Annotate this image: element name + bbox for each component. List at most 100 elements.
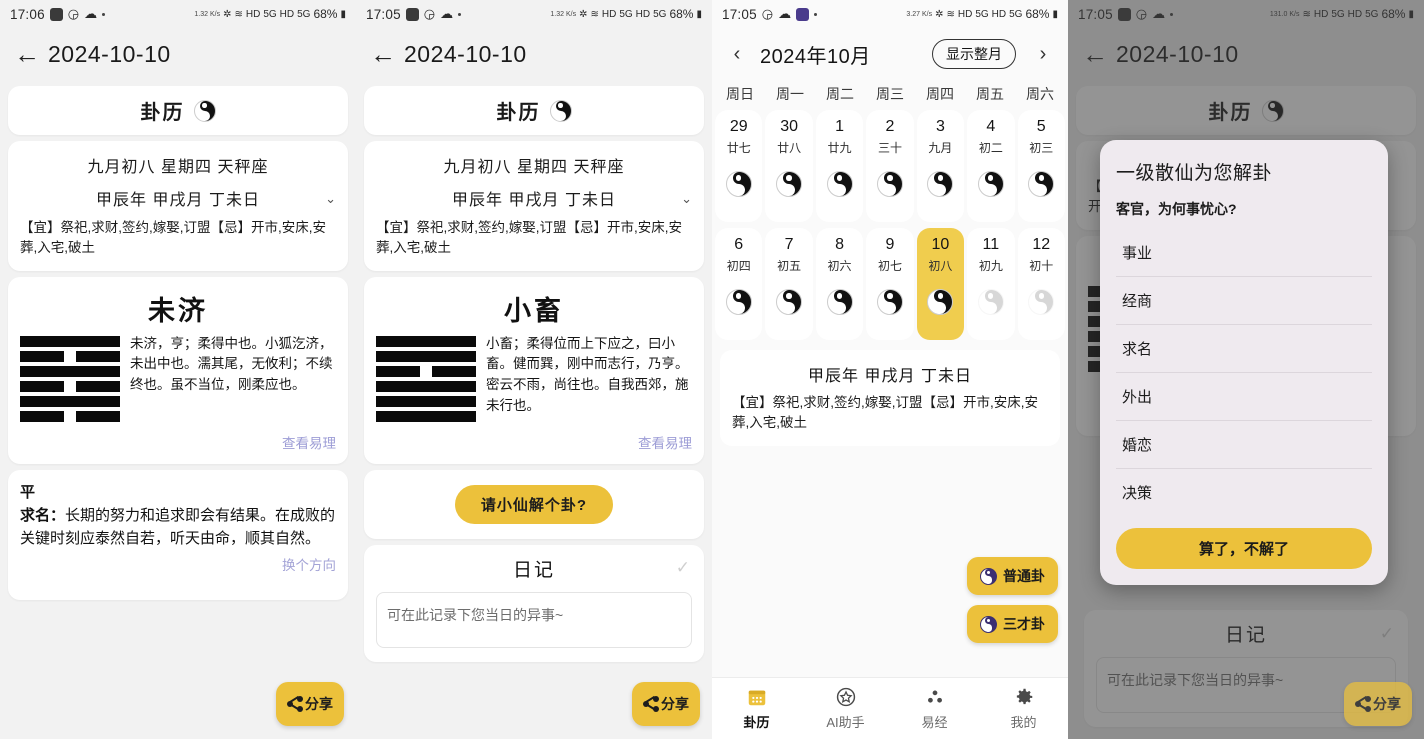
dialog-option[interactable]: 事业 xyxy=(1116,229,1372,277)
sancai-gua-label: 三才卦 xyxy=(1003,616,1045,632)
wifi-icon: ≋ xyxy=(234,8,243,20)
prev-month-button[interactable]: ‹ xyxy=(726,43,748,66)
dialog-option[interactable]: 求名 xyxy=(1116,325,1372,373)
date-info-card[interactable]: 九月初八 星期四 天秤座 甲辰年 甲戌月 丁未日 ⌄ 【宜】祭祀,求财,签约,嫁… xyxy=(364,141,704,271)
calendar-day-cell[interactable]: 8 初六 xyxy=(815,228,864,340)
dialog-option[interactable]: 婚恋 xyxy=(1116,421,1372,469)
dots-icon xyxy=(927,690,942,703)
chevron-down-icon[interactable]: ⌄ xyxy=(325,191,336,207)
battery-level: 68% xyxy=(1025,7,1050,21)
fortune-card: 平 求名：长期的努力和追求即会有结果。在成败的关键时刻应泰然自若，听天由命，顺其… xyxy=(8,469,348,600)
ask-xiaoxian-button[interactable]: 请小仙解个卦? xyxy=(454,484,614,524)
fortune-level: 平 xyxy=(20,483,36,501)
chevron-down-icon[interactable]: ⌄ xyxy=(681,191,692,207)
ganzhi-date-line: 甲辰年 甲戌月 丁未日 xyxy=(452,192,616,209)
signal-icon-2: 5G xyxy=(1009,8,1023,20)
bluetooth-icon: ✲ xyxy=(223,8,232,20)
status-bar: 17:06 ◶ ☁ 1.32 K/s ✲ ≋ HD 5G HD 5G 68% ▮ xyxy=(0,0,356,28)
back-button[interactable]: ← xyxy=(370,41,404,67)
share-button[interactable]: 分享 xyxy=(632,682,700,726)
yin-yang-icon xyxy=(193,99,216,122)
hexagram-text: 未济，亨；柔得中也。小狐汔济，未出中也。濡其尾，无攸利；不续终也。虽不当位，刚柔… xyxy=(130,335,333,393)
calendar-day-cell[interactable]: 30 廿八 xyxy=(765,110,813,222)
yin-yang-icon xyxy=(826,171,853,197)
dismiss-dialog-button[interactable]: 算了，不解了 xyxy=(1116,528,1372,569)
back-button[interactable]: ← xyxy=(14,41,48,67)
view-yili-link[interactable]: 查看易理 xyxy=(20,432,336,452)
share-label: 分享 xyxy=(661,696,689,712)
share-button[interactable]: 分享 xyxy=(1344,682,1412,726)
calendar-day-cell[interactable]: 3 九月 xyxy=(916,110,965,222)
data-rate: 1.32 K/s xyxy=(194,10,221,18)
calendar-month-label: 2024年10月 xyxy=(760,45,871,68)
lunar-date-line: 九月初八 星期四 天秤座 xyxy=(443,159,625,176)
dialog-option-list: 事业 经商 求名 外出 婚恋 决策 xyxy=(1116,229,1372,516)
yin-yang-icon xyxy=(776,171,803,197)
tab-mine[interactable]: 我的 xyxy=(979,678,1068,739)
status-time: 17:05 xyxy=(366,6,401,22)
share-button[interactable]: 分享 xyxy=(276,682,344,726)
tab-guali[interactable]: 卦历 xyxy=(712,678,801,739)
tab-ai-assistant[interactable]: AI助手 xyxy=(801,678,890,739)
hexagram-name: 未济 xyxy=(148,295,208,326)
calendar-day-cell[interactable]: 29 廿七 xyxy=(715,110,763,222)
dialog-option[interactable]: 外出 xyxy=(1116,373,1372,421)
yin-yang-icon xyxy=(725,171,752,197)
calendar-day-cell[interactable]: 6 初四 xyxy=(715,228,763,340)
calendar-day-cell[interactable]: 2 三十 xyxy=(866,110,914,222)
calendar-day-cell[interactable]: 1 廿九 xyxy=(815,110,864,222)
more-dot-icon xyxy=(102,12,106,16)
calendar-day-cell[interactable]: 9 初七 xyxy=(866,228,914,340)
signal-icon-1: 5G xyxy=(975,8,989,20)
interpret-gua-dialog: 一级散仙为您解卦 客官，为何事忧心? 事业 经商 求名 外出 婚恋 决策 算了，不解了 xyxy=(1100,140,1388,585)
calendar-day-cell[interactable]: 11 初九 xyxy=(967,228,1015,340)
hd-icon-1: HD xyxy=(245,8,261,20)
app-bar: ← 2024-10-10 xyxy=(356,28,712,80)
view-yili-link[interactable]: 查看易理 xyxy=(376,432,692,452)
calendar-day-cell[interactable]: 12 初十 xyxy=(1017,228,1065,340)
hexagram-line-solid xyxy=(376,410,476,422)
day-number: 12 xyxy=(1032,236,1051,253)
day-lunar: 初九 xyxy=(978,259,1003,273)
compass-icon: ◶ xyxy=(67,6,80,21)
day-lunar: 初六 xyxy=(827,259,852,273)
yin-yang-icon xyxy=(1028,171,1055,197)
yin-yang-icon xyxy=(927,289,954,315)
ganzhi-date-line: 甲辰年 甲戌月 丁未日 xyxy=(808,368,972,385)
day-number: 5 xyxy=(1036,118,1046,135)
panel-calendar: 17:05 ◶ ☁ 3.27 K/s ✲ ≋ HD 5G HD 5G 68% ▮… xyxy=(712,0,1068,739)
ganzhi-date-line: 甲辰年 甲戌月 丁未日 xyxy=(96,192,260,209)
calendar-day-cell[interactable]: 7 初五 xyxy=(765,228,813,340)
day-lunar: 初十 xyxy=(1029,259,1054,273)
dialog-option[interactable]: 决策 xyxy=(1116,469,1372,516)
calendar-icon xyxy=(748,690,765,706)
show-full-month-button[interactable]: 显示整月 xyxy=(932,39,1016,69)
diary-input[interactable]: 可在此记录下您当日的异事~ xyxy=(376,591,692,648)
more-dot-icon xyxy=(458,12,462,16)
day-number: 2 xyxy=(885,118,895,135)
normal-gua-button[interactable]: 普通卦 xyxy=(967,557,1058,595)
day-lunar: 初三 xyxy=(1029,141,1054,155)
date-info-card[interactable]: 九月初八 星期四 天秤座 甲辰年 甲戌月 丁未日 ⌄ 【宜】祭祀,求财,签约,嫁… xyxy=(8,141,348,271)
check-icon[interactable]: ✓ xyxy=(676,558,690,578)
data-rate: 3.27 K/s xyxy=(906,10,933,18)
calendar-day-cell[interactable]: 10 初八 xyxy=(916,228,965,340)
dialog-option[interactable]: 经商 xyxy=(1116,277,1372,325)
calendar-day-cell[interactable]: 4 初二 xyxy=(967,110,1015,222)
battery-icon: ▮ xyxy=(1052,8,1058,20)
hd-icon-1: HD xyxy=(957,8,973,20)
hexagram-lines xyxy=(20,334,120,426)
sancai-gua-button[interactable]: 三才卦 xyxy=(967,605,1058,643)
weekday-label: 周六 xyxy=(1026,86,1054,102)
calendar-day-cell[interactable]: 5 初三 xyxy=(1017,110,1065,222)
yin-yang-icon xyxy=(876,171,903,197)
day-number: 6 xyxy=(734,236,744,253)
day-number: 11 xyxy=(982,236,1000,253)
share-icon xyxy=(287,695,303,712)
tab-ai-label: AI助手 xyxy=(826,715,865,730)
change-direction-link[interactable]: 换个方向 xyxy=(20,554,336,574)
app-bar: ← 2024-10-10 xyxy=(0,28,356,80)
guali-header-card: 卦历 xyxy=(364,86,704,135)
next-month-button[interactable]: › xyxy=(1032,43,1054,66)
tab-yijing[interactable]: 易经 xyxy=(890,678,979,739)
